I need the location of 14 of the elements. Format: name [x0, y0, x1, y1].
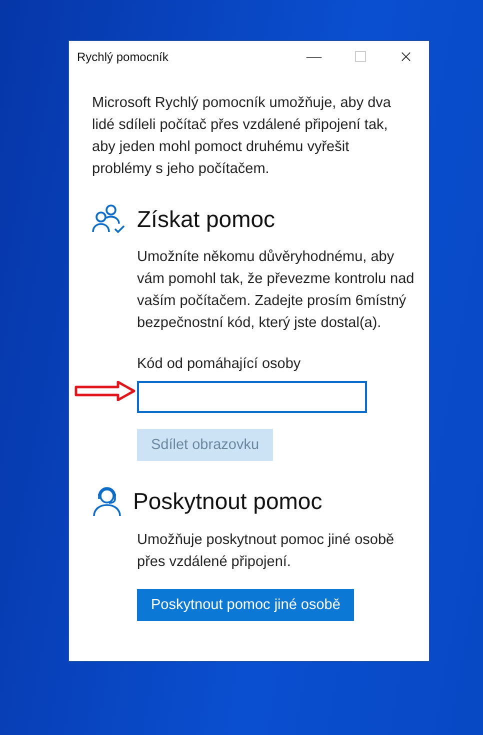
section-text: Umožňuje poskytnout pomoc jiné osobě přes vzdálené připojení.: [137, 531, 396, 572]
section-heading: Poskytnout pomoc: [133, 488, 322, 514]
section-heading: Získat pomoc: [137, 206, 276, 232]
people-check-icon: [92, 204, 126, 234]
close-button[interactable]: ×: [383, 41, 429, 72]
headset-person-icon: [92, 485, 122, 517]
minimize-button[interactable]: —: [291, 41, 337, 72]
field-label: Kód od pomáhající osoby: [137, 356, 301, 372]
code-input-field[interactable]: [137, 381, 367, 413]
section-text: Umožníte někomu důvěryhodnému, aby vám pomohl tak, že převezme kontrolu nad vaším počítačem. Zadejte prosím 6místný bezpečnostní kód, který jste dostal(a).: [137, 248, 416, 333]
give-help-button[interactable]: Poskytnout pomoc jiné osobě: [137, 589, 354, 621]
annotation-arrow: [74, 381, 136, 401]
window-title: Rychlý pomocník: [77, 50, 168, 64]
intro-text: Microsoft Rychlý pomocník umožňuje, aby dva lidé sdíleli počítač přes vzdálené připojení tak, aby jeden mohl pomoct druhému vyřešit problémy s jeho počítačem.: [92, 94, 392, 179]
